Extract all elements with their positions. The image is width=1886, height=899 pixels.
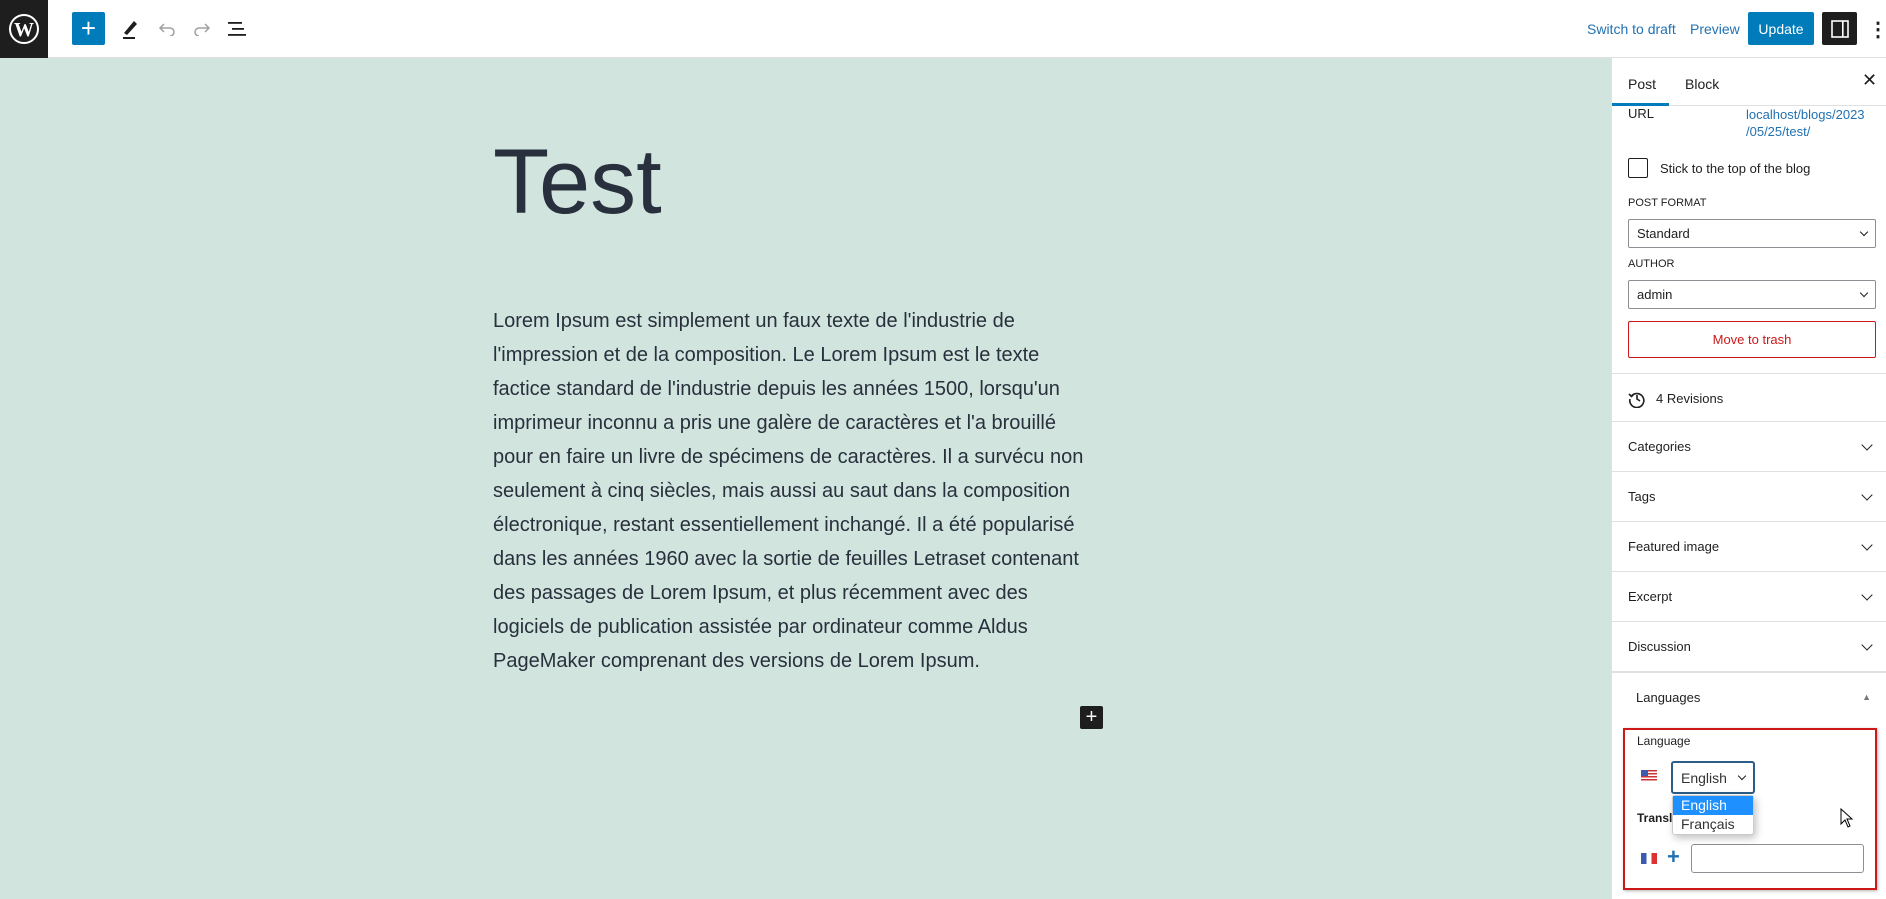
paragraph-line: électronique, restant essentiellement in… (493, 514, 1075, 536)
settings-sidebar: Post Block ✕ URL localhost/blogs/2023 /0… (1611, 58, 1886, 899)
paragraph-line: pour en faire un livre de spécimens de c… (493, 446, 1084, 468)
sticky-checkbox[interactable] (1628, 158, 1648, 178)
panel-featured-image[interactable]: Featured image (1612, 521, 1886, 571)
add-block-button[interactable]: + (72, 12, 105, 45)
triangle-up-icon: ▲ (1862, 692, 1871, 702)
wordpress-logo-icon[interactable]: W (0, 0, 48, 58)
paragraph-line: dans les années 1960 avec la sortie de f… (493, 548, 1079, 570)
post-format-value: Standard (1637, 226, 1690, 241)
history-icon (1628, 392, 1645, 408)
fr-flag-icon (1641, 853, 1657, 864)
mouse-cursor-icon (1840, 808, 1854, 828)
add-translation-plus-icon[interactable]: + (1667, 844, 1680, 870)
sidebar-icon (1830, 19, 1849, 38)
paragraph-line: Lorem Ipsum est simplement un faux texte… (493, 310, 1015, 332)
move-to-trash-button[interactable]: Move to trash (1628, 321, 1876, 358)
paragraph-line: logiciels de publication assistée par or… (493, 616, 1028, 638)
translation-input[interactable] (1691, 844, 1864, 873)
option-english[interactable]: English (1673, 796, 1753, 815)
undo-icon[interactable] (155, 14, 179, 44)
top-toolbar: W + Switch to draft Preview Update ⋮ (0, 0, 1886, 58)
list-view-icon[interactable] (226, 14, 250, 44)
language-value: English (1681, 769, 1727, 786)
plus-icon: + (80, 13, 97, 43)
sticky-label: Stick to the top of the blog (1660, 161, 1811, 176)
chevron-down-icon (1737, 771, 1747, 781)
option-francais[interactable]: Français (1673, 815, 1753, 834)
chevron-down-icon (1859, 288, 1869, 298)
tools-pen-icon[interactable] (118, 14, 142, 44)
panel-label: Tags (1628, 489, 1656, 504)
panel-discussion[interactable]: Discussion (1612, 621, 1886, 671)
paragraph-line: PageMaker comprenant des versions de Lor… (493, 650, 980, 672)
chevron-down-icon (1861, 538, 1873, 551)
url-link[interactable]: localhost/blogs/2023 /05/25/test/ (1746, 106, 1865, 140)
redo-icon[interactable] (190, 14, 214, 44)
chevron-down-icon (1861, 488, 1873, 501)
paragraph-line: l'impression et de la composition. Le Lo… (493, 344, 1040, 366)
url-label: URL (1628, 106, 1655, 121)
panel-label: Excerpt (1628, 589, 1673, 604)
panel-label: Categories (1628, 439, 1691, 454)
panel-tags[interactable]: Tags (1612, 471, 1886, 521)
plus-icon: + (1085, 706, 1098, 728)
us-flag-icon (1641, 770, 1657, 781)
tab-block[interactable]: Block (1685, 76, 1719, 92)
chevron-down-icon (1861, 588, 1873, 601)
url-part: localhost/blogs/2023 (1746, 107, 1865, 122)
post-format-select[interactable]: Standard (1628, 219, 1876, 248)
panel-categories[interactable]: Categories (1612, 421, 1886, 471)
svg-text:W: W (14, 19, 34, 41)
chevron-down-icon (1861, 438, 1873, 451)
language-label: Language (1637, 734, 1691, 748)
paragraph-line: des passages de Lorem Ipsum, et plus réc… (493, 582, 1028, 604)
paragraph-line: factice standard de l'industrie depuis l… (493, 378, 1060, 400)
panel-excerpt[interactable]: Excerpt (1612, 571, 1886, 621)
author-label: AUTHOR (1628, 258, 1675, 270)
revisions-label: 4 Revisions (1656, 391, 1724, 406)
post-title[interactable]: Test (493, 130, 662, 235)
panel-label: Featured image (1628, 539, 1720, 554)
update-button[interactable]: Update (1748, 12, 1814, 45)
switch-to-draft-link[interactable]: Switch to draft (1587, 21, 1676, 37)
more-options-kebab-icon[interactable]: ⋮ (1868, 14, 1886, 44)
language-select[interactable]: English (1671, 761, 1755, 794)
panel-label: Discussion (1628, 639, 1691, 654)
panel-label: Languages (1636, 689, 1701, 705)
language-dropdown: English Français (1672, 795, 1754, 835)
tab-post[interactable]: Post (1628, 76, 1656, 92)
paragraph-line: imprimeur inconnu a pris une galère de c… (493, 412, 1056, 434)
author-select[interactable]: admin (1628, 280, 1876, 309)
url-part: /05/25/test/ (1746, 124, 1811, 139)
paragraph-block[interactable]: Lorem Ipsum est simplement un faux texte… (493, 304, 1133, 678)
settings-sidebar-toggle[interactable] (1822, 12, 1857, 45)
translations-label: Translations (1637, 811, 1677, 825)
panel-languages[interactable]: Languages ▲ (1612, 671, 1886, 721)
chevron-down-icon (1861, 638, 1873, 651)
preview-link[interactable]: Preview (1690, 21, 1740, 37)
revisions-link[interactable]: 4 Revisions (1612, 373, 1886, 423)
post-format-label: POST FORMAT (1628, 197, 1707, 209)
author-value: admin (1637, 287, 1673, 302)
inline-add-block-button[interactable]: + (1080, 706, 1103, 729)
chevron-down-icon (1859, 227, 1869, 237)
paragraph-line: seulement à cinq siècles, mais aussi au … (493, 480, 1070, 502)
close-icon[interactable]: ✕ (1862, 70, 1877, 91)
